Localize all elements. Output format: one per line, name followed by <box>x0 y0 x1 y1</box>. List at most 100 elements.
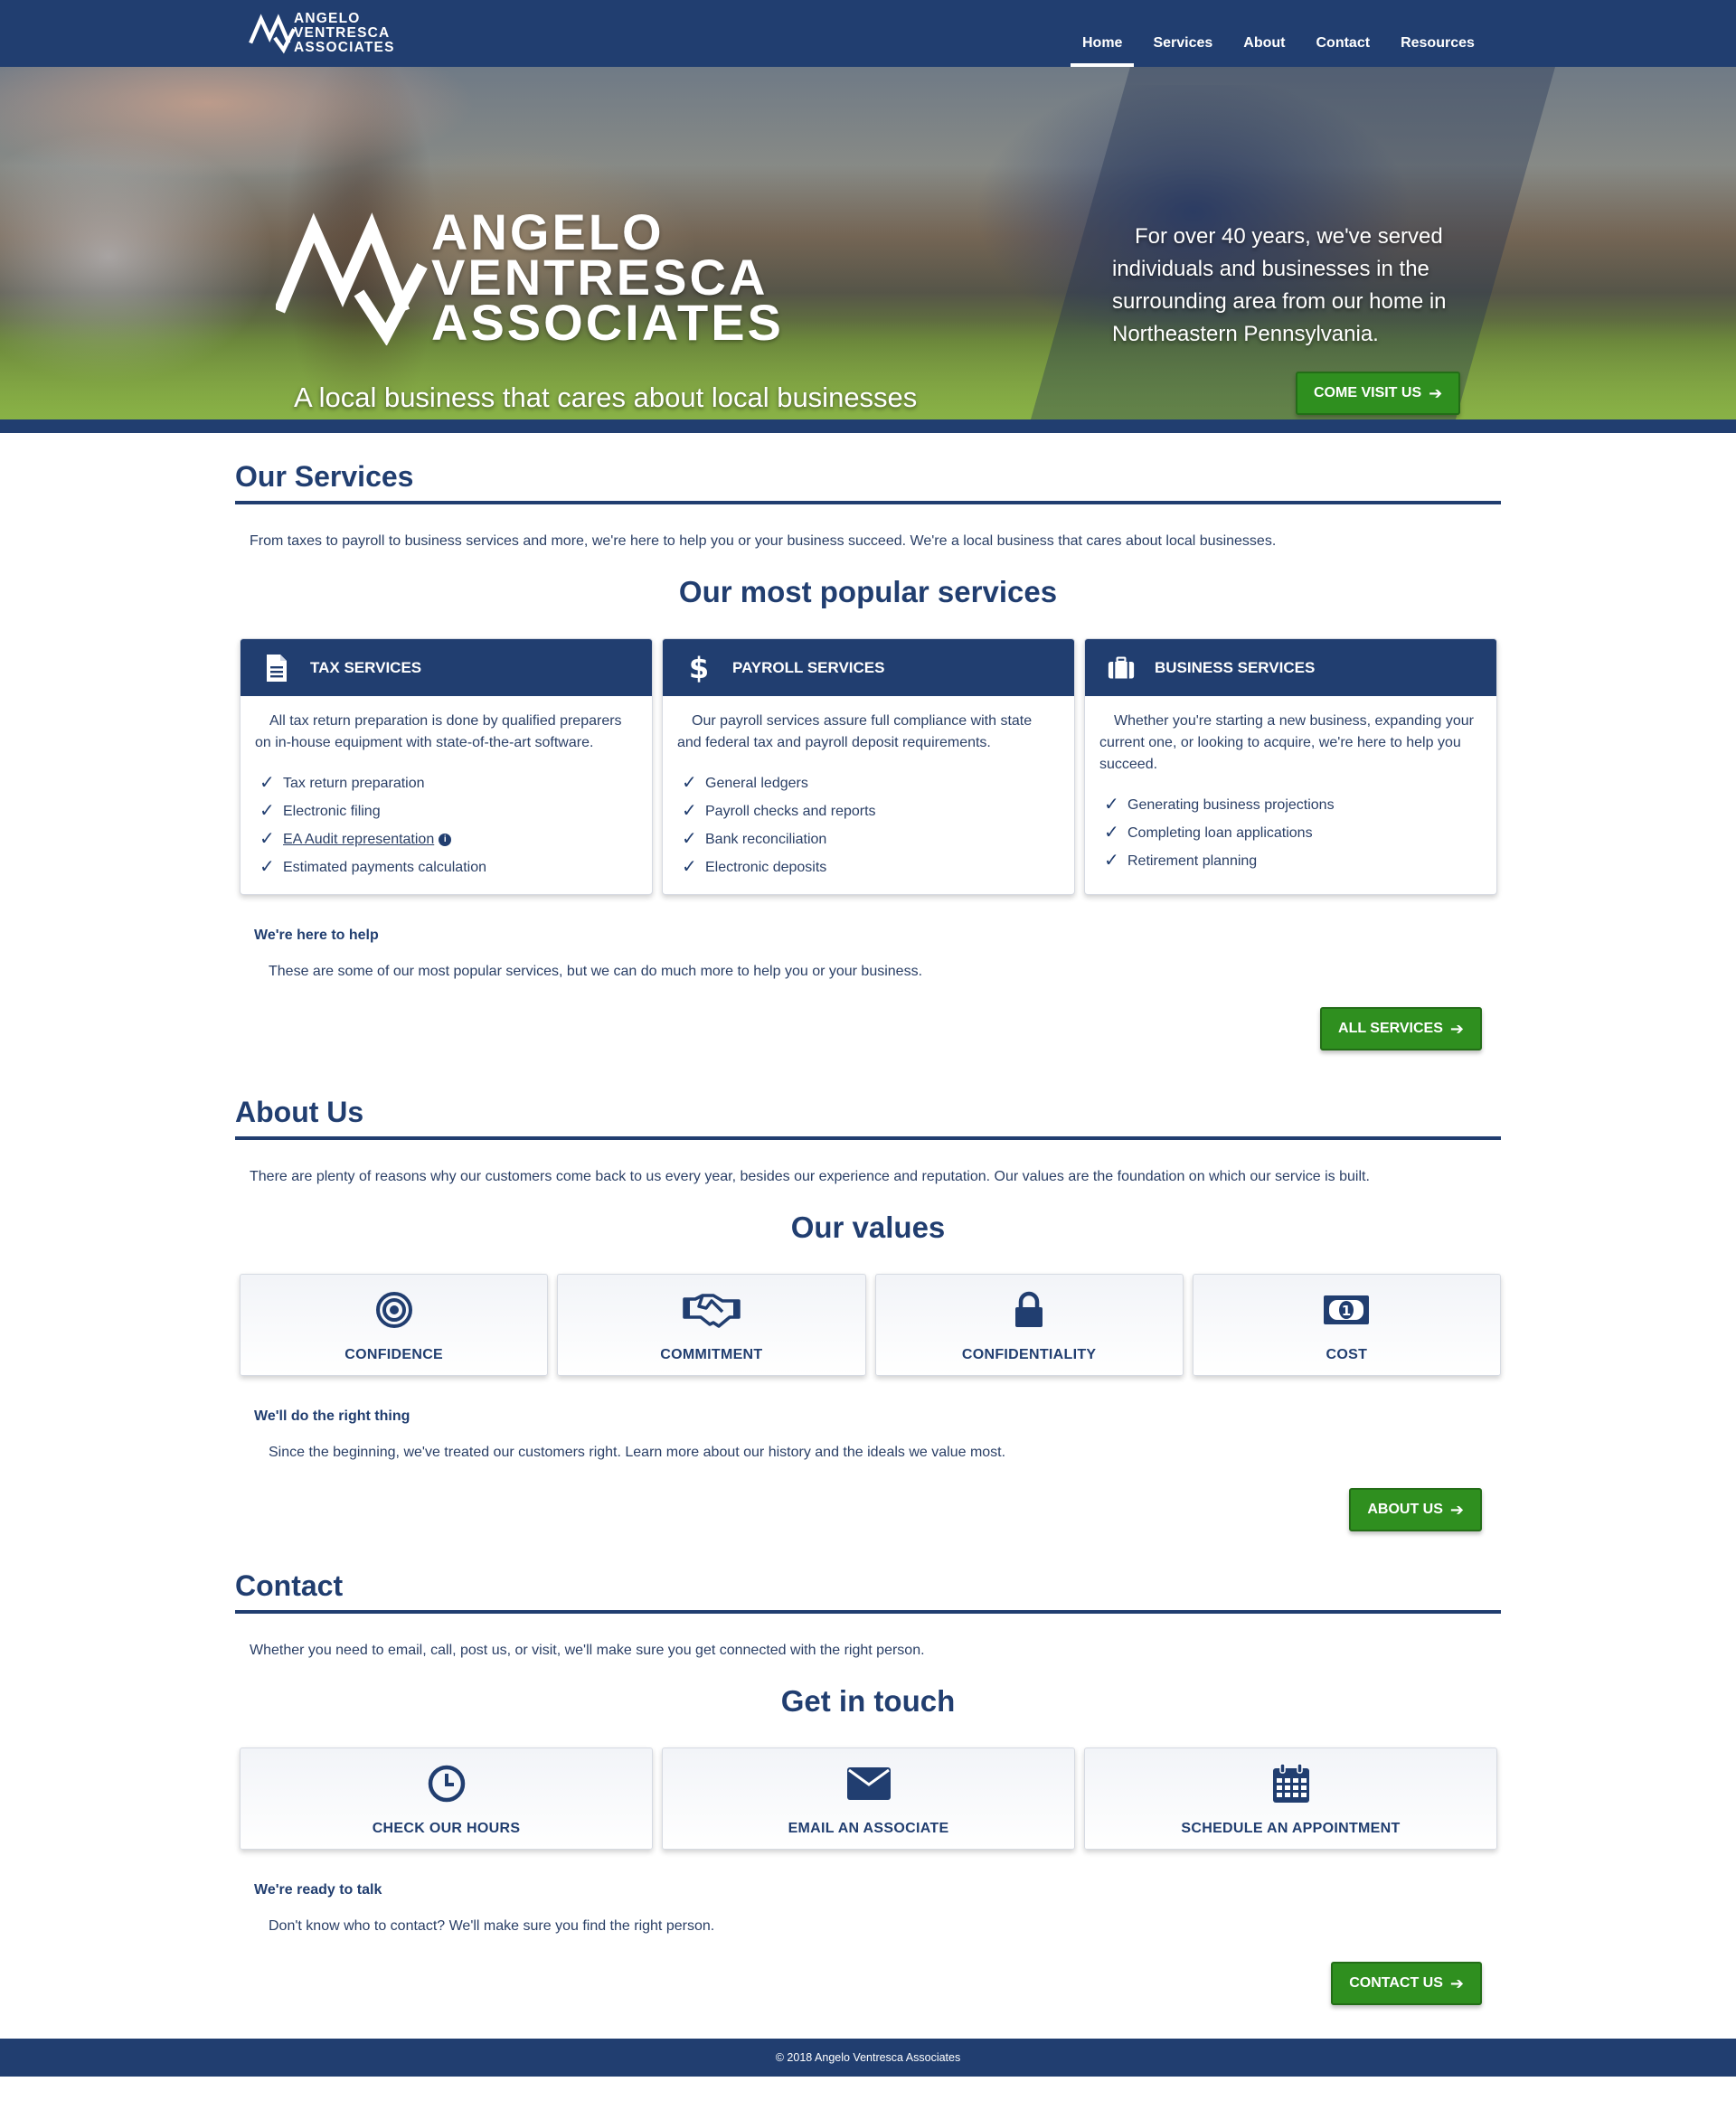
service-cards: TAX SERVICES All tax return preparation … <box>240 638 1501 895</box>
target-icon <box>375 1287 413 1333</box>
ea-audit-link[interactable]: EA Audit representation <box>283 825 434 853</box>
service-card-payroll[interactable]: $ PAYROLL SERVICES Our payroll services … <box>662 638 1075 895</box>
service-card-description: All tax return preparation is done by qu… <box>255 713 622 750</box>
list-item: ✓ Payroll checks and reports <box>677 797 1060 825</box>
svg-text:$: $ <box>689 653 709 683</box>
checkmark-icon: ✓ <box>682 857 697 877</box>
value-tile-confidentiality[interactable]: CONFIDENTIALITY <box>874 1274 1184 1376</box>
contact-tile-label: SCHEDULE AN APPOINTMENT <box>1181 1821 1401 1836</box>
arrow-right-icon: ➔ <box>1449 1500 1464 1519</box>
arrow-right-icon: ➔ <box>1429 383 1443 402</box>
service-card-header: BUSINESS SERVICES <box>1085 639 1496 696</box>
lock-icon <box>1014 1287 1044 1333</box>
service-card-description: Our payroll services assure full complia… <box>677 713 1033 750</box>
about-us-button[interactable]: ABOUT US ➔ <box>1349 1488 1482 1531</box>
value-tile-label: CONFIDENCE <box>344 1347 444 1362</box>
calendar-icon <box>1271 1761 1311 1806</box>
service-card-description: Whether you're starting a new business, … <box>1099 713 1474 772</box>
service-card-business[interactable]: BUSINESS SERVICES Whether you're startin… <box>1084 638 1497 895</box>
nav-about[interactable]: About <box>1228 0 1300 67</box>
contact-tile-email[interactable]: EMAIL AN ASSOCIATE <box>662 1747 1075 1850</box>
list-item: ✓ Tax return preparation <box>255 769 637 797</box>
nav-services[interactable]: Services <box>1137 0 1228 67</box>
service-card-title: BUSINESS SERVICES <box>1155 658 1316 676</box>
value-tile-label: COST <box>1326 1347 1368 1362</box>
value-tile-cost[interactable]: 1 COST <box>1192 1274 1501 1376</box>
envelope-icon <box>846 1761 892 1806</box>
arrow-right-icon: ➔ <box>1449 1019 1464 1038</box>
clock-icon <box>428 1761 466 1806</box>
service-card-list: ✓ Tax return preparation ✓ Electronic fili… <box>255 769 637 881</box>
value-tile-confidence[interactable]: CONFIDENCE <box>240 1274 549 1376</box>
checkmark-icon: ✓ <box>259 773 275 793</box>
checkmark-icon: ✓ <box>682 829 697 849</box>
hero-ava-logo-mark-icon <box>276 212 428 345</box>
hero-logo-text: ANGELO VENTRESCA ASSOCIATES <box>431 207 784 351</box>
about-intro: There are plenty of reasons why our cust… <box>250 1169 1370 1184</box>
checkmark-icon: ✓ <box>259 801 275 821</box>
contact-tile-hours[interactable]: CHECK OUR HOURS <box>240 1747 653 1850</box>
services-help-text: These are some of our most popular servi… <box>269 964 923 979</box>
brand-line-2: VENTRESCA <box>294 25 391 41</box>
list-item: ✓ Generating business projections <box>1099 791 1482 819</box>
brand-logo[interactable]: ANGELO VENTRESCA ASSOCIATES <box>249 11 416 56</box>
services-help-title: We're here to help <box>254 928 379 943</box>
hero-blurb: For over 40 years, we've served individu… <box>1112 224 1447 346</box>
contact-us-label: CONTACT US <box>1349 1975 1443 1991</box>
about-section: About Us There are plenty of reasons why… <box>235 1096 1501 1531</box>
about-heading: About Us <box>235 1096 1501 1140</box>
dollar-icon: $ <box>685 653 712 683</box>
service-card-tax[interactable]: TAX SERVICES All tax return preparation … <box>240 638 653 895</box>
brand-line-1: ANGELO <box>294 11 361 26</box>
contact-tile-label: CHECK OUR HOURS <box>372 1821 521 1836</box>
contact-us-button[interactable]: CONTACT US ➔ <box>1331 1962 1482 2005</box>
values-heading: Our values <box>790 1210 946 1244</box>
value-tiles: CONFIDENCE COMMITMENT CONFIDENTIALITY 1 … <box>240 1274 1501 1376</box>
value-tile-commitment[interactable]: COMMITMENT <box>557 1274 866 1376</box>
brand-logo-text: ANGELO VENTRESCA ASSOCIATES <box>294 12 395 55</box>
svg-text:1: 1 <box>1342 1303 1351 1319</box>
service-card-header: $ PAYROLL SERVICES <box>663 639 1074 696</box>
services-section: Our Services From taxes to payroll to bu… <box>235 460 1501 1050</box>
list-item: ✓ EA Audit representation i <box>255 825 637 853</box>
hero-logo: ANGELO VENTRESCA ASSOCIATES <box>276 207 784 351</box>
contact-help-text: Don't know who to contact? We'll make su… <box>269 1918 715 1934</box>
checkmark-icon: ✓ <box>1104 795 1119 815</box>
get-in-touch-heading: Get in touch <box>780 1684 956 1718</box>
service-card-header: TAX SERVICES <box>241 639 652 696</box>
contact-intro: Whether you need to email, call, post us… <box>250 1643 925 1658</box>
list-item: ✓ Retirement planning <box>1099 847 1482 875</box>
service-card-list: ✓ Generating business projections ✓ Comple… <box>1099 791 1482 875</box>
checkmark-icon: ✓ <box>1104 823 1119 843</box>
nav-contact[interactable]: Contact <box>1301 0 1386 67</box>
contact-tile-appointment[interactable]: SCHEDULE AN APPOINTMENT <box>1084 1747 1497 1850</box>
contact-tiles: CHECK OUR HOURS EMAIL AN ASSOCIATE SCHED… <box>240 1747 1501 1850</box>
nav-resources[interactable]: Resources <box>1385 0 1490 67</box>
contact-help-title: We're ready to talk <box>254 1882 382 1898</box>
come-visit-us-button[interactable]: COME VISIT US ➔ <box>1296 372 1461 415</box>
list-item: ✓ Electronic deposits <box>677 853 1060 881</box>
value-tile-label: CONFIDENTIALITY <box>961 1347 1097 1362</box>
arrow-right-icon: ➔ <box>1449 1973 1464 1992</box>
briefcase-icon <box>1108 653 1135 683</box>
document-icon <box>263 653 290 683</box>
about-us-label: ABOUT US <box>1367 1502 1443 1517</box>
footer-copyright: © 2018 Angelo Ventresca Associates <box>775 2051 961 2064</box>
hero-bottom-bar <box>0 419 1736 433</box>
brand-line-3: ASSOCIATES <box>294 40 395 55</box>
about-help-text: Since the beginning, we've treated our c… <box>269 1445 1006 1460</box>
info-icon[interactable]: i <box>439 833 452 846</box>
all-services-button[interactable]: ALL SERVICES ➔ <box>1320 1007 1482 1050</box>
list-item: ✓ Estimated payments calculation <box>255 853 637 881</box>
hero-banner: ANGELO VENTRESCA ASSOCIATES A local busi… <box>0 67 1736 419</box>
nav-home[interactable]: Home <box>1067 0 1137 67</box>
contact-tile-label: EMAIL AN ASSOCIATE <box>788 1821 949 1836</box>
checkmark-icon: ✓ <box>259 829 275 849</box>
hero-logo-line-3: ASSOCIATES <box>431 294 784 351</box>
contact-section: Contact Whether you need to email, call,… <box>235 1569 1501 2005</box>
value-tile-label: COMMITMENT <box>660 1347 763 1362</box>
services-intro: From taxes to payroll to business servic… <box>250 533 1277 549</box>
about-help-title: We'll do the right thing <box>254 1408 410 1424</box>
contact-heading: Contact <box>235 1569 1501 1614</box>
list-item: ✓ Completing loan applications <box>1099 819 1482 847</box>
